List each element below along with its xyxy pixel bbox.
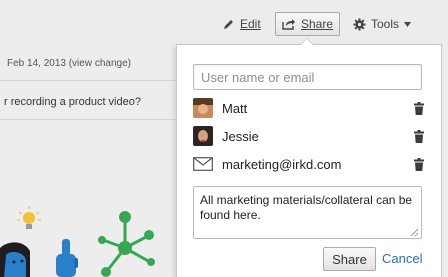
edit-button[interactable]: Edit <box>223 12 261 36</box>
trash-icon[interactable] <box>414 129 424 143</box>
cancel-link[interactable]: Cancel <box>382 251 422 266</box>
mail-icon <box>193 157 213 171</box>
edit-label: Edit <box>240 17 261 31</box>
resize-grip-icon[interactable] <box>410 228 419 237</box>
share-submit-button[interactable]: Share <box>323 247 376 271</box>
share-icon <box>282 19 295 30</box>
person-head-illustration <box>0 242 30 277</box>
revision-info: Feb 14, 2013 (view change) <box>7 58 131 69</box>
revision-date: Feb 14, 2013 <box>7 58 66 69</box>
lightbulb-icon <box>17 206 41 229</box>
share-toolbar-label: Share <box>301 17 334 31</box>
divider <box>0 80 176 81</box>
avatar <box>193 126 213 146</box>
trash-icon[interactable] <box>414 157 424 171</box>
popover-caret-fill <box>301 39 313 45</box>
member-email: marketing@irkd.com <box>222 156 342 172</box>
member-row-jessie: Jessie <box>193 125 426 147</box>
illustration <box>0 206 155 277</box>
molecule-nodes <box>98 211 155 277</box>
user-search-input[interactable] <box>193 64 422 90</box>
trash-icon[interactable] <box>414 101 424 115</box>
avatar <box>193 98 213 118</box>
view-change-link[interactable]: (view change) <box>69 58 131 69</box>
divider <box>0 119 176 120</box>
member-row-email: marketing@irkd.com <box>193 153 426 175</box>
raised-hand-illustration <box>56 239 78 277</box>
member-row-matt: Matt <box>193 97 426 119</box>
toolbar: Edit Share Tools <box>0 0 448 44</box>
question-text: r recording a product video? <box>4 96 141 108</box>
pencil-icon <box>224 20 233 29</box>
gear-icon <box>353 18 366 30</box>
share-toolbar-button[interactable]: Share <box>275 12 340 36</box>
member-name: Jessie <box>222 128 259 144</box>
member-name: Matt <box>222 100 248 116</box>
caret-down-icon <box>404 21 412 27</box>
tools-label: Tools <box>371 17 400 31</box>
share-message-textarea[interactable]: All marketing materials/collateral can b… <box>193 186 422 239</box>
tools-menu-button[interactable]: Tools <box>353 12 412 36</box>
